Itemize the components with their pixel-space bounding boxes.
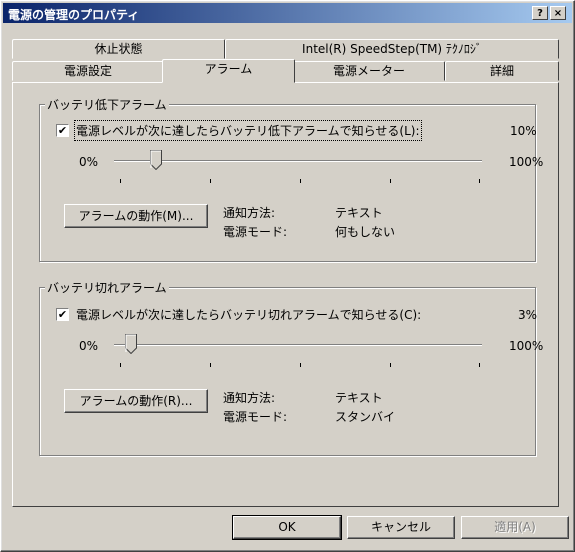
low-battery-level-value: 10% (510, 124, 537, 138)
low-battery-notify-value: テキスト (335, 206, 383, 220)
title-bar[interactable]: 電源の管理のプロパティ ? × (3, 3, 572, 23)
tab-power-meter[interactable]: 電源メーター (293, 61, 445, 81)
low-battery-slider-thumb[interactable] (149, 150, 162, 170)
low-battery-checkbox-label[interactable]: 電源レベルが次に達したらバッテリ低下アラームで知らせる(L): (74, 120, 422, 141)
critical-battery-alarm-action-button[interactable]: アラームの動作(R)... (64, 389, 208, 413)
window-title: 電源の管理のプロパティ (8, 8, 140, 22)
critical-battery-checkbox-label[interactable]: 電源レベルが次に達したらバッテリ切れアラームで知らせる(C): (76, 306, 421, 323)
low-battery-mode-label: 電源モード: (223, 225, 288, 239)
low-battery-slider-min: 0% (79, 155, 99, 169)
low-battery-mode-value: 何もしない (335, 225, 396, 239)
tab-advanced[interactable]: 詳細 (445, 61, 559, 81)
tab-panel: バッテリ低下アラーム ✔ 電源レベルが次に達したらバッテリ低下アラームで知らせる… (12, 82, 559, 507)
critical-battery-checkbox[interactable]: ✔ (56, 308, 69, 321)
critical-battery-notify-value: テキスト (335, 391, 383, 405)
critical-battery-group-label: バッテリ切れアラーム (45, 279, 169, 296)
properties-window: 電源の管理のプロパティ ? × 休止状態 Intel(R) SpeedStep(… (0, 0, 575, 552)
apply-button[interactable]: 適用(A) (461, 516, 569, 539)
low-battery-slider-max: 100% (509, 155, 544, 169)
slider-tick (300, 179, 301, 183)
critical-battery-slider-min: 0% (79, 339, 99, 353)
low-battery-notify-label: 通知方法: (223, 206, 276, 220)
tab-hibernate[interactable]: 休止状態 (12, 39, 225, 59)
critical-battery-level-value: 3% (518, 308, 538, 322)
critical-battery-mode-value: スタンバイ (335, 410, 396, 424)
slider-tick (120, 179, 121, 183)
tab-speedstep[interactable]: Intel(R) SpeedStep(TM) ﾃｸﾉﾛｼﾞ (225, 39, 559, 59)
critical-battery-mode-label: 電源モード: (223, 410, 288, 424)
critical-battery-notify-label: 通知方法: (223, 391, 276, 405)
slider-tick (210, 363, 211, 367)
slider-tick (120, 363, 121, 367)
slider-tick (210, 179, 211, 183)
slider-tick (479, 363, 480, 367)
low-battery-slider-track[interactable] (114, 160, 482, 162)
low-battery-alarm-action-button[interactable]: アラームの動作(M)... (64, 204, 208, 228)
critical-battery-slider-max: 100% (509, 339, 544, 353)
critical-battery-slider-thumb[interactable] (124, 334, 137, 354)
critical-battery-slider-track[interactable] (114, 344, 482, 346)
tab-power-schemes[interactable]: 電源設定 (12, 61, 164, 81)
ok-button[interactable]: OK (232, 515, 342, 540)
low-battery-checkbox[interactable]: ✔ (56, 124, 69, 137)
cancel-button[interactable]: キャンセル (347, 516, 455, 539)
help-button[interactable]: ? (532, 6, 548, 20)
slider-tick (479, 179, 480, 183)
low-battery-group-label: バッテリ低下アラーム (45, 96, 169, 113)
slider-tick (390, 363, 391, 367)
slider-tick (390, 179, 391, 183)
tab-alarms[interactable]: アラーム (162, 59, 295, 83)
slider-tick (300, 363, 301, 367)
close-button[interactable]: × (550, 6, 566, 20)
